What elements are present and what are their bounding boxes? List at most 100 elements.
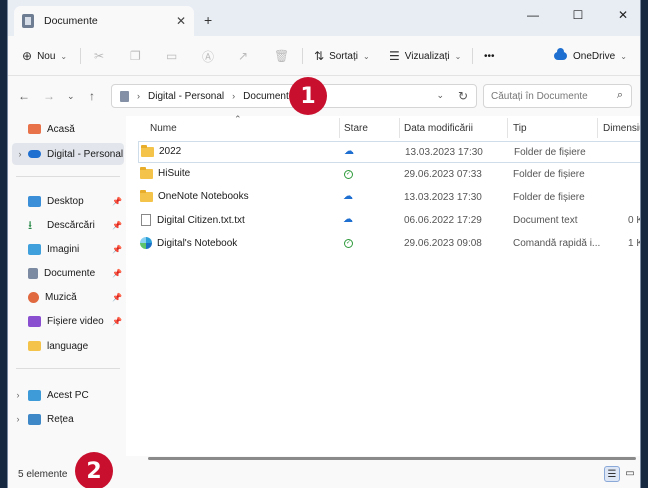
tab-documente[interactable]: Documente ✕ [14, 6, 194, 36]
sidebar-item-home[interactable]: Acasă [8, 118, 126, 140]
maximize-button[interactable]: ☐ [563, 8, 593, 22]
up-arrow-icon[interactable]: ↑ [89, 89, 95, 103]
breadcrumb-documente[interactable]: Documente [243, 91, 294, 102]
table-row[interactable]: HiSuite ✓ 29.06.2023 07:33 Folder de fiș… [138, 164, 640, 186]
toolbar-divider [472, 48, 473, 64]
sidebar-item-documents[interactable]: Documente 📌 [8, 262, 126, 284]
pin-icon[interactable]: 📌 [112, 221, 122, 230]
onedrive-button[interactable]: OneDrive ⌄ [554, 46, 627, 66]
file-type: Comandă rapidă i... [513, 238, 601, 249]
videos-icon [28, 315, 41, 327]
sidebar-label: Fișiere video [47, 315, 104, 327]
file-name-text: Digital's Notebook [157, 237, 238, 249]
cut-button[interactable]: ✂ [94, 46, 109, 66]
file-name-text: Digital Citizen.txt.txt [157, 214, 245, 226]
navigation-pane: Acasă › Digital - Personal Desktop 📌 ⭳ D… [8, 116, 126, 456]
pin-icon[interactable]: 📌 [112, 269, 122, 278]
sidebar-label: Desktop [47, 195, 84, 207]
refresh-icon[interactable]: ↻ [458, 89, 468, 103]
pin-icon[interactable]: 📌 [112, 197, 122, 206]
expand-chevron-icon[interactable]: › [8, 414, 28, 424]
chevron-down-icon: ⌄ [362, 51, 370, 61]
new-label: Nou [37, 50, 56, 62]
folder-icon [28, 341, 41, 351]
recent-chevron-icon[interactable]: ⌄ [67, 91, 75, 102]
sidebar-item-videos[interactable]: Fișiere video 📌 [8, 310, 126, 332]
search-input[interactable]: Căutați în Documente ⌕ [483, 84, 632, 108]
column-header-type[interactable]: Tip [507, 116, 599, 140]
horizontal-scrollbar[interactable] [148, 457, 636, 460]
sidebar-item-pictures[interactable]: Imagini 📌 [8, 238, 126, 260]
table-row[interactable]: OneNote Notebooks ☁ 13.03.2023 17:30 Fol… [138, 187, 640, 209]
sidebar-item-downloads[interactable]: ⭳ Descărcări 📌 [8, 214, 126, 236]
onedrive-cloud-icon [554, 48, 567, 60]
file-size: 0 K [628, 215, 640, 226]
file-type: Folder de fișiere [513, 192, 585, 203]
file-name: Digital Citizen.txt.txt [140, 214, 245, 226]
new-tab-button[interactable]: + [204, 12, 212, 28]
cloud-status-icon: ☁ [343, 214, 353, 225]
file-name: 2022 [141, 144, 182, 157]
sidebar-label: Digital - Personal [47, 148, 124, 160]
delete-button[interactable]: 🗑 [274, 46, 294, 66]
folder-icon [140, 166, 153, 179]
table-row[interactable]: Digital Citizen.txt.txt ☁ 06.06.2022 17:… [138, 210, 640, 232]
text-file-icon [141, 214, 151, 226]
column-header-status[interactable]: Stare [338, 116, 400, 140]
sidebar-item-language[interactable]: language [8, 335, 126, 357]
share-button[interactable]: ↗ [238, 46, 253, 66]
back-arrow-icon[interactable]: ← [18, 89, 30, 103]
pin-icon[interactable]: 📌 [112, 317, 122, 326]
tab-close-icon[interactable]: ✕ [176, 14, 186, 28]
copy-icon: ❐ [130, 49, 141, 63]
details-view-icon[interactable]: ☰ [604, 466, 620, 482]
toolbar-divider [80, 48, 81, 64]
more-icon: ••• [484, 50, 495, 62]
address-dropdown-icon[interactable]: ⌄ [436, 90, 444, 101]
breadcrumb-digital-personal[interactable]: Digital - Personal [148, 91, 224, 102]
synced-check-icon: ✓ [344, 239, 353, 248]
documents-folder-icon [22, 14, 34, 28]
toolbar-divider [302, 48, 303, 64]
column-label: Dimensiune [603, 122, 640, 134]
close-button[interactable]: ✕ [608, 8, 638, 22]
breadcrumb-chevron-icon[interactable]: › [232, 91, 235, 101]
column-header-name[interactable]: Nume [144, 116, 340, 140]
column-header-size[interactable]: Dimensiune [597, 116, 640, 140]
view-button[interactable]: ☰ Vizualizați ⌄ [389, 46, 461, 66]
sidebar-item-network[interactable]: › Rețea [8, 408, 126, 430]
more-options-button[interactable]: ••• [484, 46, 495, 66]
column-label: Nume [150, 122, 177, 134]
expand-chevron-icon[interactable]: › [8, 390, 28, 400]
table-row[interactable]: 2022 ☁ 13.03.2023 17:30 Folder de fișier… [138, 141, 640, 163]
file-date: 13.03.2023 17:30 [405, 147, 483, 158]
paste-button[interactable]: ▭ [166, 46, 182, 66]
file-name-text: 2022 [159, 146, 182, 157]
sidebar-label: Muzică [45, 291, 77, 303]
large-icons-view-icon[interactable]: ▭ [622, 466, 638, 482]
pin-icon[interactable]: 📌 [112, 293, 122, 302]
minimize-button[interactable]: — [518, 8, 548, 22]
pin-icon[interactable]: 📌 [112, 245, 122, 254]
view-label: Vizualizați [404, 50, 450, 62]
new-button[interactable]: ⊕ Nou ⌄ [22, 46, 67, 66]
file-date: 29.06.2023 09:08 [404, 238, 482, 249]
sidebar-item-digital-personal[interactable]: › Digital - Personal [12, 143, 124, 165]
file-explorer-window: Documente ✕ + — ☐ ✕ ⊕ Nou ⌄ ✂ ❐ ▭ Ⓐ ↗ 🗑 … [7, 0, 641, 488]
expand-chevron-icon[interactable]: › [12, 149, 28, 159]
forward-arrow-icon[interactable]: → [43, 89, 55, 103]
file-type: Folder de fișiere [513, 169, 585, 180]
sort-button[interactable]: ⇅ Sortați ⌄ [314, 46, 370, 66]
rename-button[interactable]: Ⓐ [202, 46, 219, 66]
sidebar-item-desktop[interactable]: Desktop 📌 [8, 190, 126, 212]
sort-label: Sortați [329, 50, 358, 62]
sidebar-item-this-pc[interactable]: › Acest PC [8, 384, 126, 406]
search-placeholder: Căutați în Documente [491, 90, 588, 102]
breadcrumb-chevron-icon[interactable]: › [137, 91, 140, 101]
file-name-text: OneNote Notebooks [158, 191, 249, 202]
callout-badge-1: 1 [289, 77, 327, 115]
table-row[interactable]: Digital's Notebook ✓ 29.06.2023 09:08 Co… [138, 233, 640, 255]
sidebar-item-music[interactable]: Muzică 📌 [8, 286, 126, 308]
copy-button[interactable]: ❐ [130, 46, 146, 66]
column-header-date[interactable]: Data modificării [398, 116, 508, 140]
